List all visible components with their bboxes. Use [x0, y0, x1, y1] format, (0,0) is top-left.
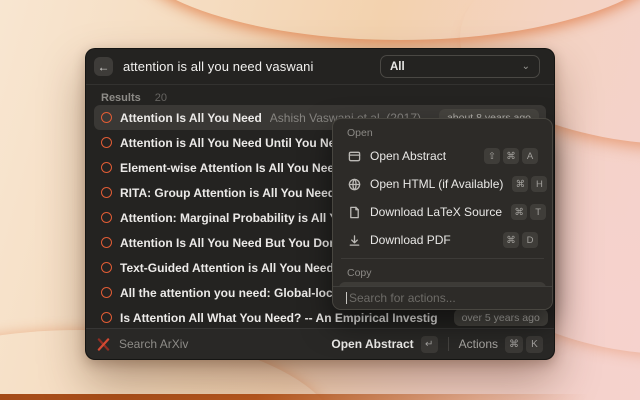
menu-item-shortcut: ⌘ D: [503, 232, 538, 248]
wallpaper-bottom-band: [0, 394, 640, 400]
document-icon: [347, 205, 361, 219]
primary-action-button[interactable]: Open Abstract: [331, 337, 413, 351]
h-key-icon: H: [531, 176, 547, 192]
filter-dropdown-value: All: [390, 61, 405, 73]
actions-shortcut: ⌘ K: [505, 336, 543, 353]
menu-section-title: Open: [339, 119, 546, 142]
paper-icon: [101, 212, 112, 223]
back-button[interactable]: ←: [94, 57, 113, 76]
menu-item-label: Open Abstract: [370, 149, 446, 163]
menu-item-label: Download PDF: [370, 233, 451, 247]
cmd-key-icon: ⌘: [505, 336, 523, 353]
menu-item-shortcut: ⌘ T: [511, 204, 546, 220]
status-bar-actions: Open Abstract ↵ Actions ⌘ K: [331, 336, 543, 353]
back-arrow-icon: ←: [98, 60, 110, 74]
wallpaper-wave: [120, 0, 640, 40]
search-input[interactable]: attention is all you need vaswani: [123, 59, 380, 74]
app-name-label: Search ArXiv: [119, 337, 188, 351]
menu-item-open-html[interactable]: Open HTML (if Available) ⌘ H: [339, 170, 546, 198]
actions-search-placeholder: Search for actions...: [349, 291, 456, 305]
chevron-down-icon: ⌄: [522, 62, 530, 72]
result-age-badge: over 5 years ago: [454, 309, 548, 326]
result-title: Element-wise Attention Is All You Need: [120, 161, 341, 175]
actions-button[interactable]: Actions: [459, 337, 498, 351]
cmd-key-icon: ⌘: [503, 148, 519, 164]
download-icon: [347, 233, 361, 247]
arxiv-x-icon: [97, 338, 110, 351]
globe-icon: [347, 177, 361, 191]
browser-window-icon: [347, 149, 361, 163]
enter-key-icon: ↵: [421, 336, 438, 353]
cmd-key-icon: ⌘: [512, 176, 528, 192]
paper-icon: [101, 237, 112, 248]
divider: [448, 337, 449, 351]
results-count: 20: [155, 92, 167, 104]
paper-icon: [101, 312, 112, 323]
results-label: Results: [101, 92, 141, 104]
search-header: ← attention is all you need vaswani All …: [86, 49, 554, 85]
actions-search-input[interactable]: Search for actions...: [333, 286, 552, 309]
menu-item-shortcut: ⌘ H: [512, 176, 547, 192]
cmd-key-icon: ⌘: [511, 204, 527, 220]
a-key-icon: A: [522, 148, 538, 164]
paper-icon: [101, 262, 112, 273]
text-caret: [346, 292, 347, 304]
menu-item-shortcut: ⇧ ⌘ A: [484, 148, 538, 164]
k-key-icon: K: [526, 336, 543, 353]
paper-icon: [101, 287, 112, 298]
menu-item-download-pdf[interactable]: Download PDF ⌘ D: [339, 226, 546, 254]
paper-icon: [101, 112, 112, 123]
cmd-key-icon: ⌘: [503, 232, 519, 248]
menu-item-download-latex[interactable]: Download LaTeX Source ⌘ T: [339, 198, 546, 226]
result-title: Is Attention All What You Need? -- An Em…: [120, 311, 438, 325]
menu-item-label: Download LaTeX Source: [370, 205, 502, 219]
paper-icon: [101, 137, 112, 148]
paper-icon: [101, 162, 112, 173]
result-title: Attention Is All You Need: [120, 111, 262, 125]
filter-dropdown[interactable]: All ⌄: [380, 55, 540, 78]
t-key-icon: T: [530, 204, 546, 220]
menu-item-open-abstract[interactable]: Open Abstract ⇧ ⌘ A: [339, 142, 546, 170]
results-section-header: Results 20: [86, 85, 554, 105]
shift-key-icon: ⇧: [484, 148, 500, 164]
d-key-icon: D: [522, 232, 538, 248]
menu-item-label: Open HTML (if Available): [370, 177, 503, 191]
actions-menu-panel: Open Open Abstract ⇧ ⌘ A Open HTML (if A…: [332, 118, 553, 310]
paper-icon: [101, 187, 112, 198]
menu-section-title: Copy: [339, 259, 546, 282]
status-bar: Search ArXiv Open Abstract ↵ Actions ⌘ K: [86, 328, 554, 359]
